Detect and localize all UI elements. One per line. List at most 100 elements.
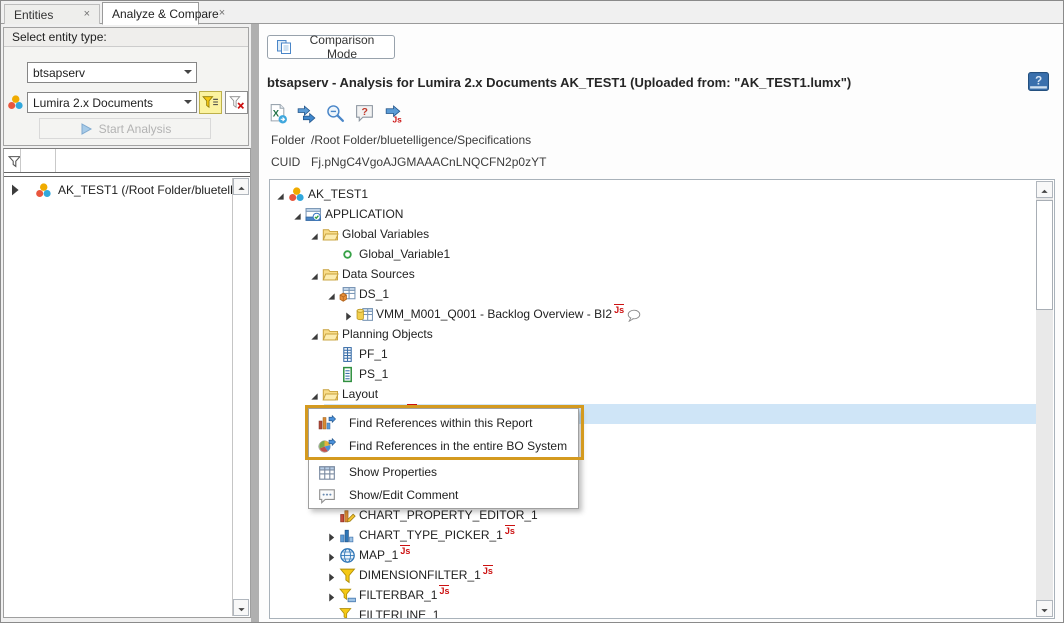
expander-icon[interactable] [307, 264, 322, 284]
tree-row[interactable]: MAP_1Js [270, 545, 1036, 565]
entity-list-header [4, 149, 250, 173]
filter-clear-button[interactable] [225, 91, 248, 114]
tree-row[interactable]: DIMENSIONFILTER_1Js [270, 565, 1036, 585]
tree-row-label: CHART_PROPERTY_EDITOR_1 [359, 508, 538, 522]
tree-row-label: FILTERBAR_1 [359, 588, 437, 602]
tree-scrollbar[interactable] [1036, 181, 1053, 617]
analysis-panel: Comparison Mode btsapserv - Analysis for… [259, 24, 1063, 622]
folder-icon [322, 386, 339, 402]
system-select[interactable]: btsapserv [27, 62, 197, 83]
expander-icon[interactable] [324, 585, 339, 605]
entity-list-scrollbar[interactable] [232, 178, 249, 616]
menu-item-find-references-bo-system[interactable]: Find References in the entire BO System [309, 434, 578, 457]
entity-list-row[interactable]: AK_TEST1 (/Root Folder/bluetelligenc [4, 179, 232, 200]
expander-icon[interactable] [324, 545, 339, 565]
context-menu: Find References within this ReportFind R… [308, 408, 579, 509]
tree-row[interactable]: Planning Objects [270, 324, 1036, 344]
js-reference-badge: Js [400, 545, 410, 556]
tree-row[interactable]: FILTERLINE_1 [270, 605, 1036, 618]
start-analysis-button[interactable]: Start Analysis [39, 118, 211, 139]
comment-bubble-icon[interactable] [627, 309, 641, 322]
tree-row[interactable]: FILTERBAR_1Js [270, 585, 1036, 605]
folder-icon [322, 226, 339, 242]
filter-enabled-button[interactable] [199, 91, 222, 114]
comparison-mode-label: Comparison Mode [298, 33, 386, 61]
tree-row-label: Layout [342, 387, 378, 401]
js-references-icon[interactable]: Js [383, 103, 404, 124]
variable-icon [339, 246, 356, 262]
expander-icon[interactable] [290, 204, 305, 224]
filter-on-icon [202, 94, 219, 111]
chart-picker-icon [339, 527, 356, 543]
entity-type-select-value: Lumira 2.x Documents [33, 96, 153, 110]
scroll-up-button[interactable] [1036, 181, 1053, 198]
tree-row[interactable]: DS_1 [270, 284, 1036, 304]
folder-icon [322, 326, 339, 342]
js-reference-badge: Js [483, 565, 493, 576]
chevron-down-icon [184, 70, 192, 78]
menu-separator [311, 458, 576, 459]
folder-label: Folder [271, 133, 311, 147]
expander-icon[interactable] [341, 304, 356, 324]
tree-row-label: Data Sources [342, 267, 415, 281]
expander-icon[interactable] [324, 284, 339, 304]
svg-text:Js: Js [392, 114, 402, 124]
expander-icon[interactable] [324, 525, 339, 545]
search-references-icon[interactable] [325, 103, 346, 124]
play-icon [79, 122, 93, 136]
entity-type-select[interactable]: Lumira 2.x Documents [27, 92, 197, 113]
scroll-down-button[interactable] [1036, 600, 1053, 617]
tree-row[interactable]: Global_Variable1 [270, 244, 1036, 264]
filter-line-icon [339, 607, 356, 618]
tree-row[interactable]: VMM_M001_Q001 - Backlog Overview - BI2Js [270, 304, 1036, 324]
expander-icon[interactable] [307, 224, 322, 244]
expander-spacer [324, 364, 339, 384]
tree-row[interactable]: PS_1 [270, 364, 1036, 384]
tree-row-label: Global Variables [342, 227, 429, 241]
tree-row-label: PF_1 [359, 347, 388, 361]
folder-icon [322, 266, 339, 282]
map-icon [339, 547, 356, 563]
entity-list-row-label: AK_TEST1 (/Root Folder/bluetelligenc [58, 183, 232, 197]
tree-row[interactable]: Data Sources [270, 264, 1036, 284]
tree-row[interactable]: Global Variables [270, 224, 1036, 244]
tab-analyze-compare[interactable]: Analyze & Compare × [102, 2, 199, 25]
tree-row[interactable]: Layout [270, 384, 1036, 404]
menu-item-find-references-report[interactable]: Find References within this Report [309, 411, 578, 434]
tab-analyze-compare-label: Analyze & Compare [112, 7, 219, 21]
panel-splitter[interactable] [251, 24, 259, 622]
expander-icon[interactable] [307, 324, 322, 344]
tree-row[interactable]: CHART_TYPE_PICKER_1Js [270, 525, 1036, 545]
tree-row[interactable]: AK_TEST1 [270, 184, 1036, 204]
expander-icon[interactable] [273, 184, 288, 204]
export-excel-icon[interactable]: X [267, 103, 288, 124]
cuid-value: Fj.pNgC4VgoAJGMAAACnLNQCFN2p0zYT [311, 155, 546, 169]
query-icon [356, 306, 373, 322]
properties-icon [318, 464, 336, 480]
js-reference-badge: Js [439, 585, 449, 596]
tree-row[interactable]: APPLICATION [270, 204, 1036, 224]
dimension-filter-icon [339, 567, 356, 583]
tab-entities[interactable]: Entities × [4, 4, 100, 24]
menu-item-label: Show/Edit Comment [349, 488, 458, 502]
menu-item-show-edit-comment[interactable]: Show/Edit Comment [309, 483, 578, 506]
scroll-up-button[interactable] [233, 178, 249, 195]
expander-icon[interactable] [324, 565, 339, 585]
comment-help-icon[interactable]: ? [354, 103, 375, 124]
close-icon[interactable]: × [84, 9, 90, 20]
export-references-icon[interactable] [296, 103, 317, 124]
scroll-thumb[interactable] [1036, 200, 1053, 310]
tree-row-label: MAP_1 [359, 548, 398, 562]
tree-row[interactable]: PF_1 [270, 344, 1036, 364]
expander-icon[interactable] [9, 184, 21, 196]
help-icon[interactable]: ? [1028, 71, 1049, 92]
js-reference-badge: Js [614, 304, 624, 315]
tree-row-label: VMM_M001_Q001 - Backlog Overview - BI2 [376, 307, 612, 321]
close-icon[interactable]: × [219, 8, 225, 19]
scroll-down-button[interactable] [233, 599, 249, 616]
comparison-mode-button[interactable]: Comparison Mode [267, 35, 395, 59]
expander-icon[interactable] [307, 384, 322, 404]
menu-item-show-properties[interactable]: Show Properties [309, 460, 578, 483]
comparison-icon [276, 39, 292, 55]
app-window: Entities × Analyze & Compare × Select en… [0, 0, 1064, 623]
